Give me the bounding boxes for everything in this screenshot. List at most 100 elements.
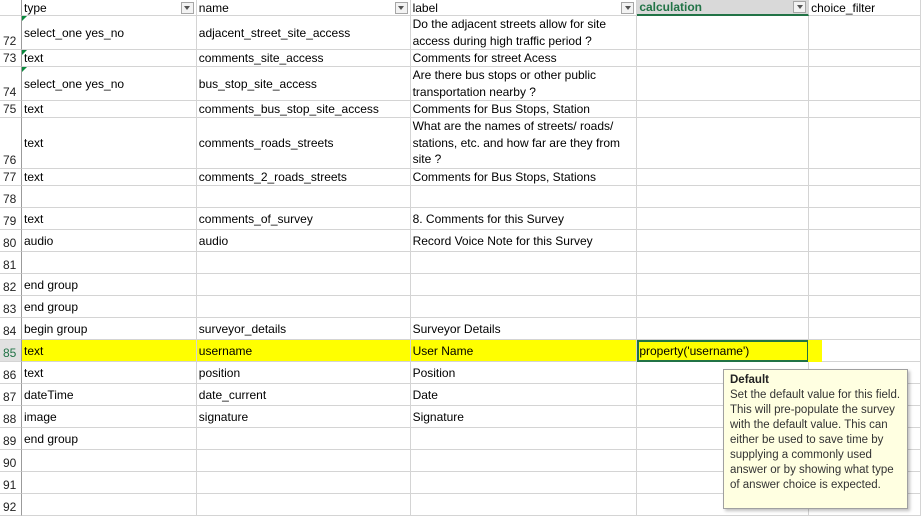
cell-choice-filter[interactable] [809, 67, 921, 101]
cell-label[interactable]: Date [410, 384, 638, 406]
column-header-type[interactable]: type [21, 0, 197, 16]
cell-calculation[interactable] [637, 252, 810, 274]
cell-name[interactable] [196, 296, 411, 318]
cell-name[interactable]: comments_bus_stop_site_access [196, 101, 411, 118]
cell-calculation[interactable] [637, 186, 810, 208]
row-number[interactable]: 85 [0, 340, 22, 362]
cell-name[interactable] [196, 186, 411, 208]
row-number[interactable]: 87 [0, 384, 22, 406]
cell-label[interactable]: Position [410, 362, 638, 384]
cell-choice-filter[interactable] [809, 118, 921, 169]
cell-type[interactable]: end group [21, 428, 197, 450]
row-number[interactable]: 80 [0, 230, 22, 252]
cell-label[interactable]: Signature [410, 406, 638, 428]
cell-type[interactable]: text [21, 50, 197, 67]
cell-name[interactable]: comments_roads_streets [196, 118, 411, 169]
filter-dropdown-icon[interactable] [394, 1, 408, 14]
cell-label[interactable]: Comments for street Acess [410, 50, 638, 67]
row-number[interactable]: 90 [0, 450, 22, 472]
cell-label[interactable]: Comments for Bus Stops, Station [410, 101, 638, 118]
row-number[interactable]: 91 [0, 472, 22, 494]
cell-type[interactable] [21, 186, 197, 208]
column-header-label[interactable]: label [410, 0, 638, 16]
filter-dropdown-icon[interactable] [180, 1, 194, 14]
column-header-calculation[interactable]: calculation [637, 0, 810, 16]
cell-calculation[interactable] [637, 101, 810, 118]
cell-choice-filter[interactable] [809, 50, 921, 67]
cell-label[interactable] [410, 494, 638, 516]
row-number[interactable]: 82 [0, 274, 22, 296]
cell-label[interactable]: Comments for Bus Stops, Stations [410, 169, 638, 186]
cell-type[interactable]: select_one yes_no [21, 16, 197, 50]
cell-label[interactable] [410, 186, 638, 208]
cell-calculation[interactable] [637, 318, 810, 340]
column-header-choice-filter[interactable]: choice_filter [809, 0, 921, 16]
cell-type[interactable]: end group [21, 274, 197, 296]
cell-choice-filter[interactable] [809, 296, 921, 318]
filter-dropdown-icon[interactable] [793, 1, 807, 13]
cell-type[interactable] [21, 472, 197, 494]
row-number[interactable]: 75 [0, 101, 22, 118]
cell-label[interactable] [410, 252, 638, 274]
cell-label[interactable] [410, 296, 638, 318]
cell-type[interactable] [21, 450, 197, 472]
cell-choice-filter[interactable] [809, 340, 921, 362]
cell-name[interactable]: adjacent_street_site_access [196, 16, 411, 50]
column-header-name[interactable]: name [196, 0, 411, 16]
cell-type[interactable]: text [21, 208, 197, 230]
cell-name[interactable]: audio [196, 230, 411, 252]
row-number[interactable]: 81 [0, 252, 22, 274]
cell-calculation[interactable] [637, 274, 810, 296]
cell-name[interactable]: signature [196, 406, 411, 428]
cell-type[interactable]: image [21, 406, 197, 428]
row-number[interactable]: 76 [0, 118, 22, 169]
cell-name[interactable] [196, 472, 411, 494]
row-number[interactable]: 84 [0, 318, 22, 340]
cell-name[interactable] [196, 428, 411, 450]
row-number[interactable]: 92 [0, 494, 22, 516]
cell-type[interactable]: text [21, 118, 197, 169]
cell-name[interactable]: surveyor_details [196, 318, 411, 340]
cell-label[interactable]: Surveyor Details [410, 318, 638, 340]
cell-type[interactable]: begin group [21, 318, 197, 340]
cell-type[interactable]: text [21, 340, 197, 362]
cell-type[interactable]: end group [21, 296, 197, 318]
cell-calculation[interactable] [637, 118, 810, 169]
cell-choice-filter[interactable] [809, 16, 921, 50]
cell-name[interactable] [196, 450, 411, 472]
cell-label[interactable]: Do the adjacent streets allow for site a… [410, 16, 638, 50]
cell-type[interactable]: text [21, 169, 197, 186]
cell-choice-filter[interactable] [809, 208, 921, 230]
cell-type[interactable] [21, 494, 197, 516]
cell-choice-filter[interactable] [809, 274, 921, 296]
cell-label[interactable] [410, 450, 638, 472]
cell-calculation[interactable] [637, 296, 810, 318]
cell-label[interactable]: Record Voice Note for this Survey [410, 230, 638, 252]
cell-label[interactable]: 8. Comments for this Survey [410, 208, 638, 230]
cell-label[interactable] [410, 428, 638, 450]
cell-name[interactable]: comments_of_survey [196, 208, 411, 230]
cell-choice-filter[interactable] [809, 186, 921, 208]
cell-name[interactable]: comments_site_access [196, 50, 411, 67]
cell-calculation[interactable] [637, 16, 810, 50]
cell-type[interactable]: text [21, 362, 197, 384]
cell-name[interactable] [196, 274, 411, 296]
cell-calculation[interactable] [637, 169, 810, 186]
cell-name[interactable]: date_current [196, 384, 411, 406]
row-number[interactable]: 83 [0, 296, 22, 318]
row-number[interactable]: 89 [0, 428, 22, 450]
row-number[interactable]: 72 [0, 16, 22, 50]
cell-name[interactable]: comments_2_roads_streets [196, 169, 411, 186]
row-number[interactable]: 74 [0, 67, 22, 101]
cell-label[interactable]: What are the names of streets/ roads/ st… [410, 118, 638, 169]
cell-label[interactable] [410, 274, 638, 296]
cell-name[interactable] [196, 252, 411, 274]
row-number[interactable]: 79 [0, 208, 22, 230]
cell-name[interactable]: bus_stop_site_access [196, 67, 411, 101]
cell-choice-filter[interactable] [809, 101, 921, 118]
cell-calculation[interactable]: property('username') [637, 340, 810, 362]
row-number[interactable]: 78 [0, 186, 22, 208]
cell-label[interactable]: User Name [410, 340, 638, 362]
cell-calculation[interactable] [637, 50, 810, 67]
cell-calculation[interactable] [637, 208, 810, 230]
